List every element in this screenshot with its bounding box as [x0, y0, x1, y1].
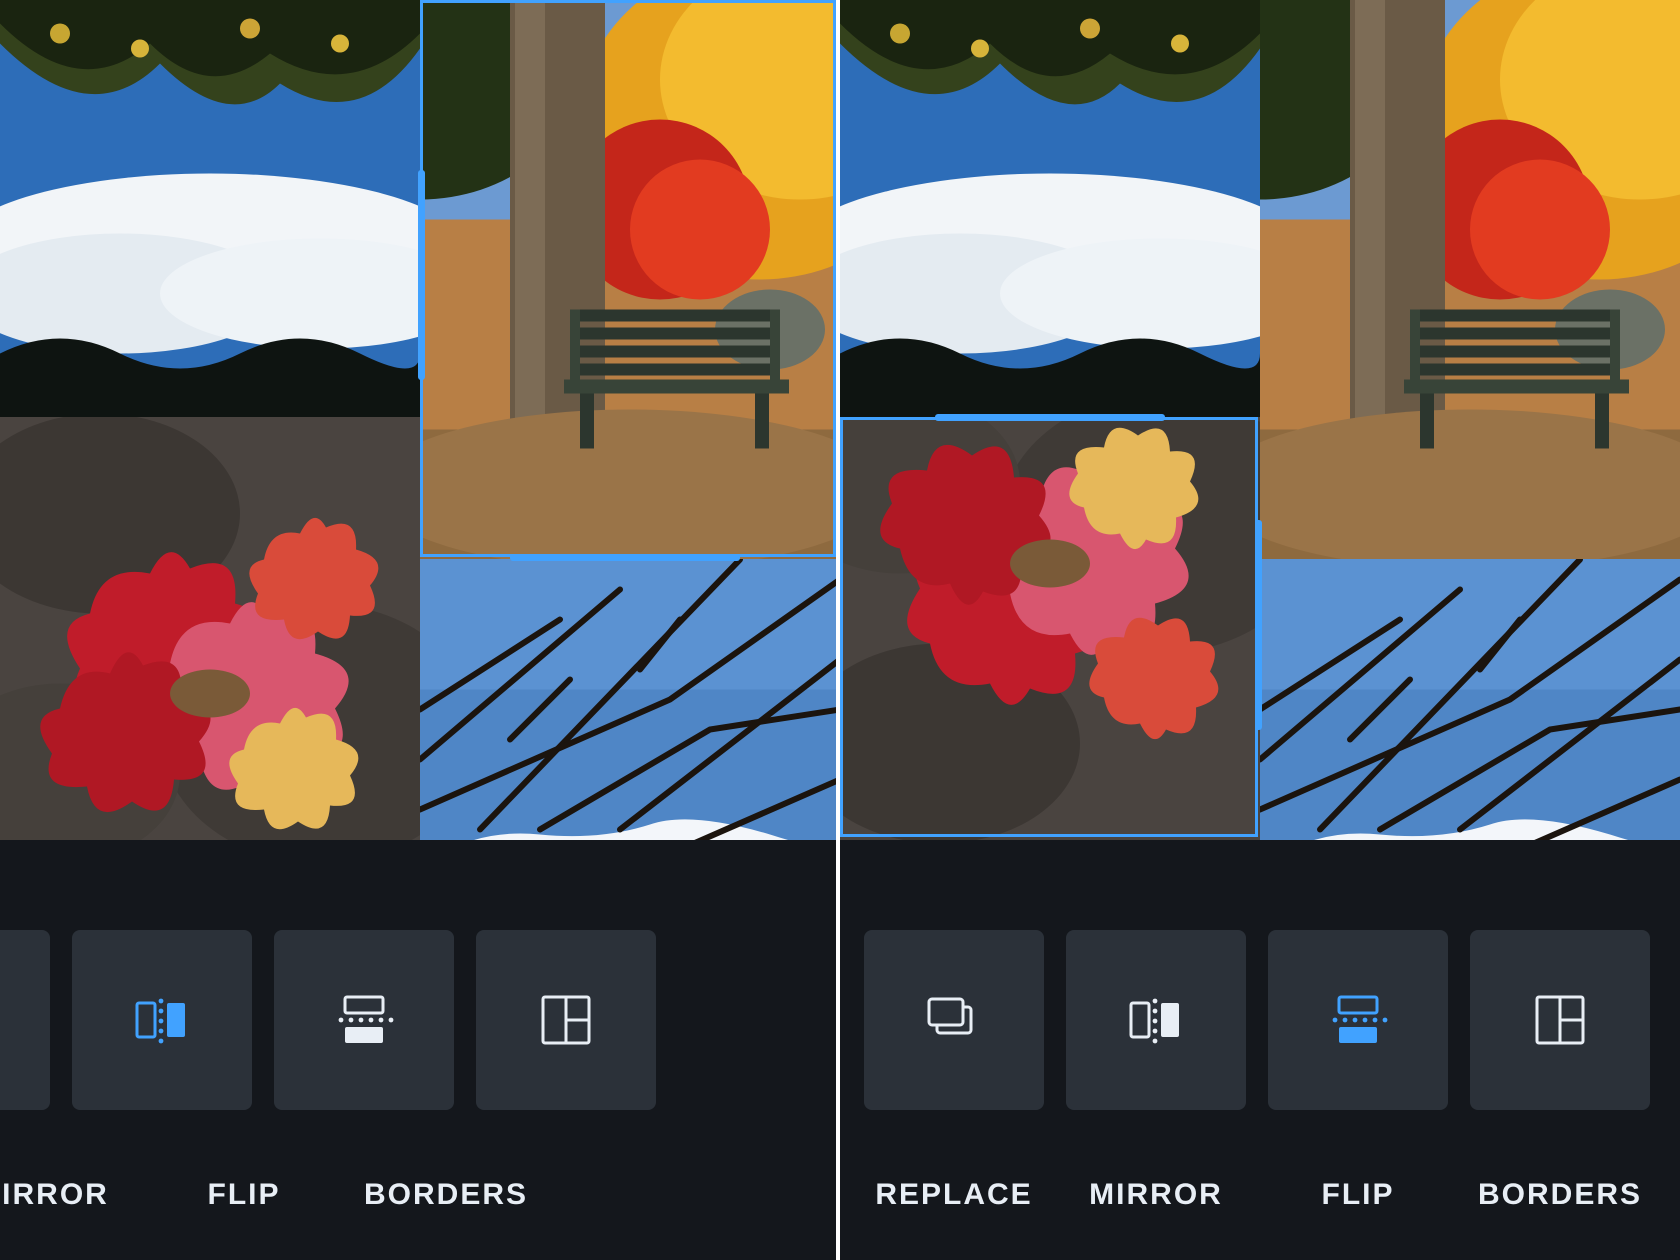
bottom-controls: LACE MIRROR FLIP BORDERS	[0, 840, 836, 1260]
screenshot-right: REPLACE MIRROR FLIP BORDERS	[840, 0, 1680, 1260]
collage-cell-top-left[interactable]	[0, 0, 420, 417]
mirror-button[interactable]	[1066, 930, 1246, 1110]
borders-button[interactable]	[1470, 930, 1650, 1110]
edit-toolbar	[840, 930, 1680, 1110]
replace-icon	[923, 989, 985, 1051]
flip-icon	[1327, 989, 1389, 1051]
collage-cell-top-right[interactable]	[1260, 0, 1680, 559]
screenshot-left: LACE MIRROR FLIP BORDERS	[0, 0, 840, 1260]
collage-canvas[interactable]	[840, 0, 1680, 840]
borders-button[interactable]	[476, 930, 656, 1110]
mirror-button[interactable]	[72, 930, 252, 1110]
flip-icon	[333, 989, 395, 1051]
replace-button[interactable]	[864, 930, 1044, 1110]
collage-cell-bottom-right[interactable]	[1260, 559, 1680, 840]
bottom-controls: REPLACE MIRROR FLIP BORDERS	[840, 840, 1680, 1260]
replace-button[interactable]	[0, 930, 50, 1110]
replace-label: REPLACE	[864, 1178, 1044, 1212]
collage-canvas[interactable]	[0, 0, 836, 840]
collage-cell-top-left[interactable]	[840, 0, 1260, 417]
collage-cell-top-right[interactable]	[420, 0, 836, 559]
borders-label: BORDERS	[1470, 1178, 1650, 1212]
borders-icon	[1529, 989, 1591, 1051]
flip-button[interactable]	[274, 930, 454, 1110]
flip-label: FLIP	[1268, 1178, 1448, 1212]
mirror-label: MIRROR	[1066, 1178, 1246, 1212]
collage-cell-bottom-right[interactable]	[420, 559, 836, 840]
flip-label: FLIP	[154, 1178, 334, 1212]
mirror-icon	[1125, 989, 1187, 1051]
mirror-icon	[131, 989, 193, 1051]
borders-icon	[535, 989, 597, 1051]
mirror-label: MIRROR	[0, 1178, 132, 1212]
edit-toolbar	[0, 930, 836, 1110]
collage-cell-bottom-left[interactable]	[0, 417, 420, 840]
borders-label: BORDERS	[356, 1178, 536, 1212]
flip-button[interactable]	[1268, 930, 1448, 1110]
collage-cell-bottom-left[interactable]	[840, 417, 1260, 840]
